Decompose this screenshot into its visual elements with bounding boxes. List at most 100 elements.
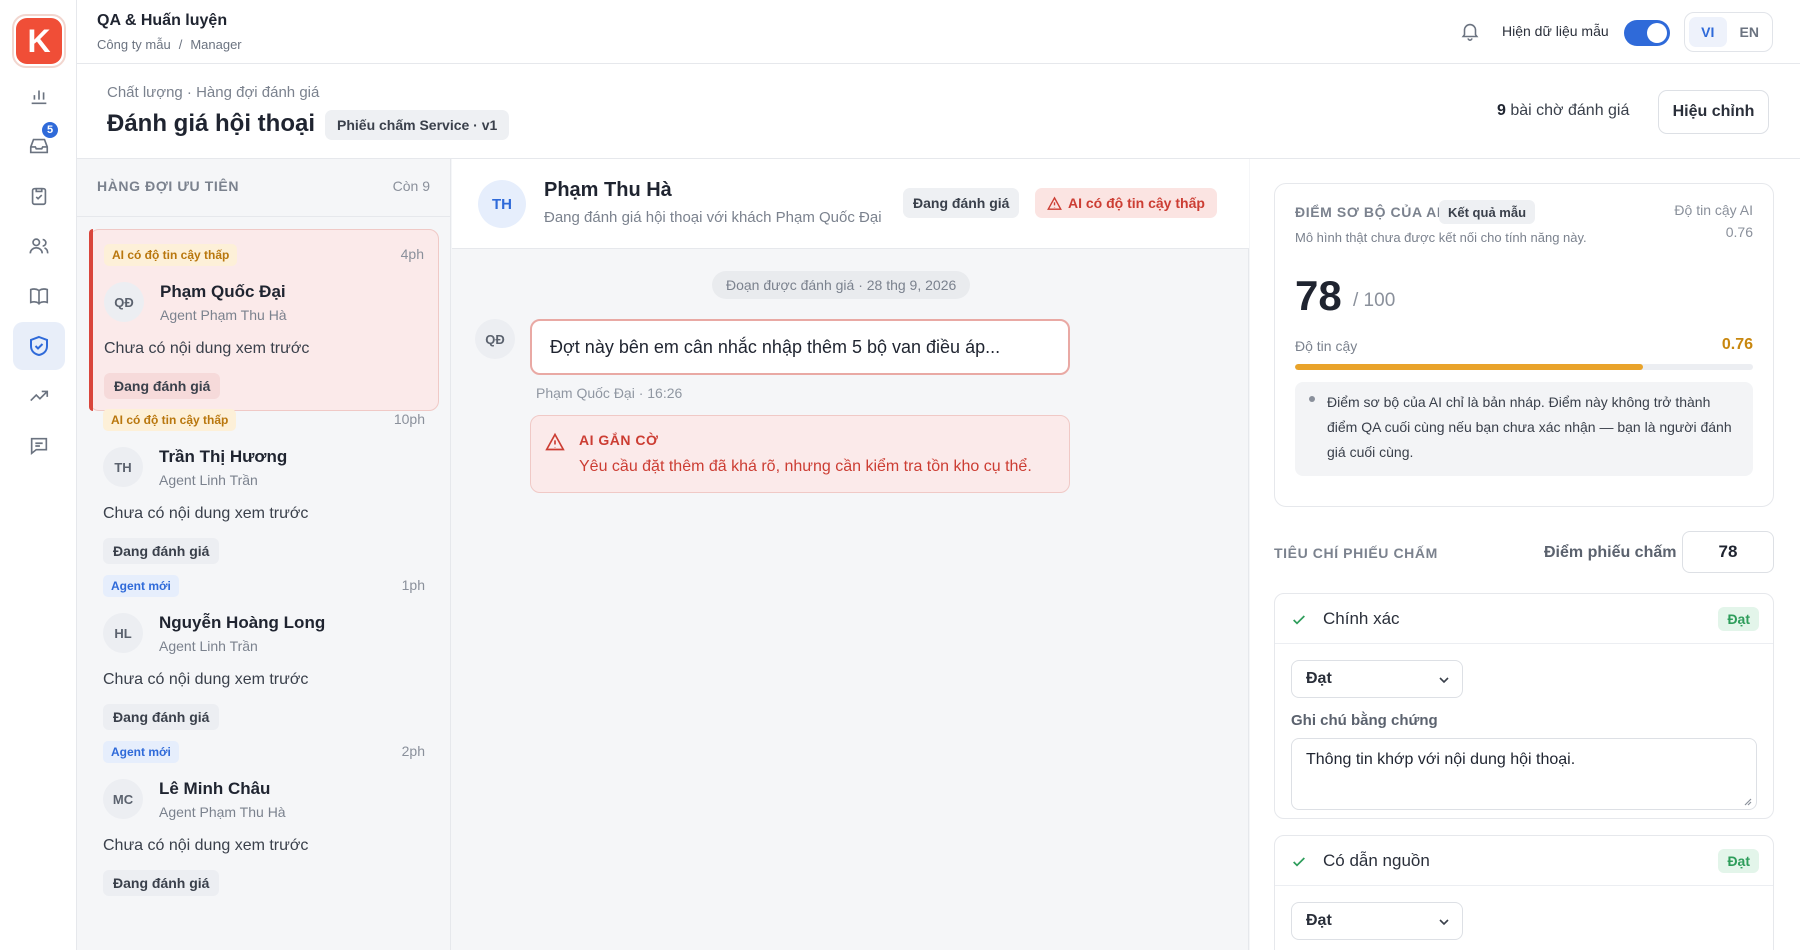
org-breadcrumb: Công ty mẫu / Manager [97,37,242,52]
avatar: TH [103,447,143,487]
criterion-header[interactable]: Chính xác Đạt [1275,594,1773,644]
queue-item-tag: AI có độ tin cậy thấp [103,409,237,431]
queue-item-time: 4ph [400,246,424,262]
queue-item-agent: Agent Linh Trần [159,638,258,654]
pending-count: 9 [1497,102,1506,119]
criterion-result-select[interactable]: Đạt [1291,902,1463,940]
queue-item-tag: AI có độ tin cậy thấp [104,244,238,266]
nav-people[interactable] [13,222,65,270]
ai-flag-box: AI GẮN CỜ Yêu cầu đặt thêm đã khá rõ, nh… [530,415,1070,493]
app-logo[interactable]: K [12,14,66,68]
queue-item-preview: Chưa có nội dung xem trước [103,671,309,688]
criterion-select-value: Đạt [1306,912,1332,929]
language-switch: VI EN [1684,12,1773,52]
ai-score-card: ĐIỂM SƠ BỘ CỦA AI Kết quả mẫu Độ tin cậy… [1274,183,1774,507]
agent-avatar: TH [478,180,526,228]
top-bar: QA & Huấn luyện Công ty mẫu / Manager Hiện… [77,0,1800,64]
scorecard-score-label: Điểm phiếu chấm [1544,544,1677,561]
confidence-bar-value: 0.76 [1721,336,1753,353]
queue-item-name: Nguyễn Hoàng Long [159,613,326,632]
page-title: Đánh giá hội thoại [107,110,315,137]
nav-tasks[interactable] [13,172,65,220]
criterion-select-value: Đạt [1306,670,1332,687]
crumb-company[interactable]: Công ty mẫu [97,37,171,52]
pending-summary: 9 bài chờ đánh giá [1497,102,1629,120]
queue-item-preview: Chưa có nội dung xem trước [103,505,309,522]
warning-icon [545,432,565,451]
logo-letter: K [16,18,62,64]
queue-item-agent: Agent Phạm Thu Hà [160,307,287,323]
clipboard-check-icon [31,187,47,206]
nav-library[interactable] [13,272,65,320]
chevron-down-icon [1439,677,1449,684]
crumb-role[interactable]: Manager [190,37,241,52]
criterion-header[interactable]: Có dẫn nguồn Đạt [1275,836,1773,886]
ai-confidence-value: 0.76 [1725,224,1753,240]
queue-divider [77,216,450,217]
queue-item[interactable]: AI có độ tin cậy thấp 10ph TH Trần Thị H… [89,395,439,577]
nav-inbox[interactable]: 5 [13,120,65,170]
message-bubble[interactable]: Đợt này bên em cân nhắc nhập thêm 5 bộ v… [530,319,1070,375]
resize-grip-icon[interactable] [1742,796,1752,806]
priority-queue: HÀNG ĐỢI ƯU TIÊN Còn 9 AI có độ tin cậy … [77,159,451,950]
check-icon [1293,615,1305,625]
evidence-textarea[interactable]: Thông tin khớp với nội dung hội thoại. [1291,738,1757,810]
bell-icon [1461,23,1479,41]
queue-item[interactable]: Agent mới 1ph HL Nguyễn Hoàng Long Agent… [89,561,439,743]
scorecard-chip: Phiếu chấm Service · v1 [325,110,510,140]
queue-item-name: Trần Thị Hương [159,447,288,466]
avatar: QĐ [104,282,144,322]
queue-item-agent: Agent Phạm Thu Hà [159,804,286,820]
notifications-button[interactable] [1459,20,1481,47]
bar-chart-icon [31,90,47,105]
conversation-pane: TH Phạm Thu Hà Đang đánh giá hội thoại v… [452,159,1249,950]
lang-en-button[interactable]: EN [1731,17,1769,47]
low-confidence-chip: AI có độ tin cậy thấp [1035,188,1217,218]
queue-item-agent: Agent Linh Trần [159,472,258,488]
shield-check-icon [30,335,48,357]
evidence-label: Ghi chú bằng chứng [1291,712,1438,729]
app-title: QA & Huấn luyện [97,12,228,29]
toggle-knob [1647,23,1667,43]
pending-text: bài chờ đánh giá [1510,102,1630,119]
queue-item-time: 2ph [401,743,425,759]
page-header: Chất lượng · Hàng đợi đánh giá Đánh giá … [77,64,1800,159]
queue-header: HÀNG ĐỢI ƯU TIÊN [97,178,240,194]
queue-item[interactable]: Agent mới 2ph MC Lê Minh Châu Agent Phạm… [89,727,439,909]
sample-data-toggle[interactable] [1624,20,1670,46]
criterion-card: Chính xác Đạt Đạt Ghi chú bằng chứng Thô… [1274,593,1774,819]
users-icon [29,238,49,254]
inbox-badge: 5 [40,120,60,140]
calibrate-button[interactable]: Hiệu chỉnh [1658,90,1769,134]
bullet-dot [1309,396,1315,402]
avatar: MC [103,779,143,819]
queue-item[interactable]: AI có độ tin cậy thấp 4ph QĐ Phạm Quốc Đ… [89,229,439,411]
nav-messages[interactable] [13,422,65,470]
check-icon [1293,857,1305,867]
queue-item-preview: Chưa có nội dung xem trước [104,340,310,357]
ai-score-value: 78 [1295,272,1342,319]
review-panel: ĐIỂM SƠ BỘ CỦA AI Kết quả mẫu Độ tin cậy… [1250,159,1800,950]
ai-score-description: Mô hình thật chưa được kết nối cho tính … [1295,230,1587,245]
queue-item-tag: Agent mới [103,575,179,597]
evidence-text: Thông tin khớp với nội dung hội thoại. [1306,751,1576,768]
lang-vi-button[interactable]: VI [1689,17,1727,47]
segment-label: Đoạn được đánh giá · 28 thg 9, 2026 [712,271,971,299]
nav-trends[interactable] [13,372,65,420]
criterion-name: Chính xác [1323,609,1400,628]
sample-data-label: Hiện dữ liệu mẫu [1502,23,1609,39]
scorecard-score-input[interactable]: 78 [1682,531,1774,573]
criterion-result-select[interactable]: Đạt [1291,660,1463,698]
queue-item-name: Lê Minh Châu [159,779,271,798]
ai-disclaimer: Điểm sơ bộ của AI chỉ là bản nháp. Điểm … [1295,382,1753,476]
ai-flag-text: Yêu cầu đặt thêm đã khá rõ, nhưng cần ki… [579,458,1032,475]
nav-quality[interactable] [13,322,65,370]
criterion-name: Có dẫn nguồn [1323,851,1430,870]
conversation-subtitle: Đang đánh giá hội thoại với khách Phạm Q… [544,209,882,226]
nav-analytics[interactable] [13,72,65,120]
trending-up-icon [30,390,49,402]
queue-item-preview: Chưa có nội dung xem trước [103,837,309,854]
confidence-bar-label: Độ tin cậy [1295,338,1358,354]
sample-result-chip: Kết quả mẫu [1439,200,1536,224]
message-icon [30,437,48,456]
